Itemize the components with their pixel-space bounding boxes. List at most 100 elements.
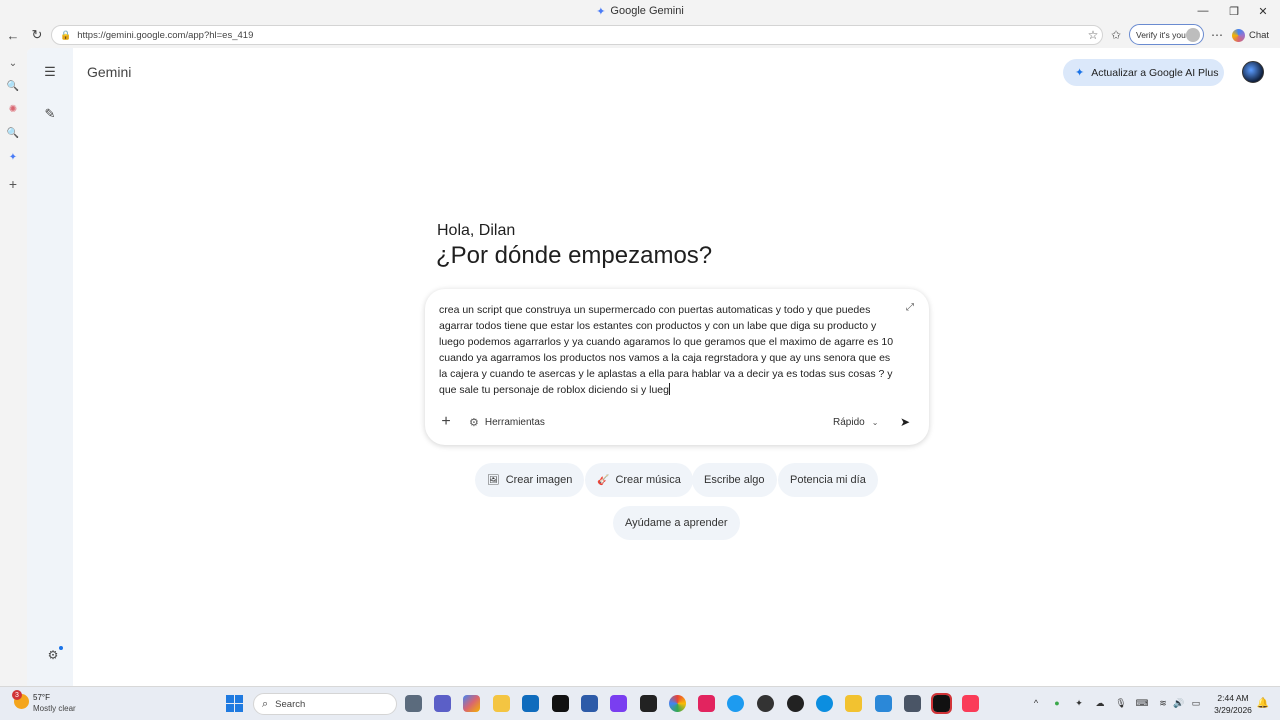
text-caret bbox=[669, 383, 670, 395]
edge-icon[interactable] bbox=[816, 695, 833, 712]
menu-icon[interactable]: ☰ bbox=[40, 62, 60, 82]
media-player-icon[interactable] bbox=[610, 695, 627, 712]
mode-label: Rápido bbox=[833, 416, 865, 428]
capcut-icon[interactable] bbox=[698, 695, 715, 712]
chip-label: Ayúdame a aprender bbox=[625, 517, 728, 529]
file-explorer-icon[interactable] bbox=[493, 695, 510, 712]
copilot-chat-button[interactable]: Chat bbox=[1232, 25, 1269, 45]
tab-list-chevron-icon[interactable]: ⌄ bbox=[4, 54, 22, 72]
task-view-icon[interactable] bbox=[405, 695, 422, 712]
search-icon: ⌕ bbox=[262, 697, 269, 710]
claude-tab-icon[interactable]: ✺ bbox=[4, 100, 22, 118]
wifi-icon[interactable]: ≋ bbox=[1156, 696, 1170, 710]
app-icon[interactable] bbox=[727, 695, 744, 712]
weather-temp: 57°F bbox=[33, 693, 50, 702]
minimize-button[interactable]: — bbox=[1186, 0, 1220, 22]
gemini-tab-icon[interactable]: ✦ bbox=[4, 148, 22, 166]
chip-label: Potencia mi día bbox=[790, 474, 866, 486]
chip-label: Escribe algo bbox=[704, 474, 765, 486]
settings-notification-dot bbox=[59, 646, 63, 650]
verify-profile-button[interactable]: Verify it's you bbox=[1129, 24, 1204, 45]
search-tab-icon[interactable]: 🔍 bbox=[4, 77, 22, 95]
gemini-spark-icon: ✦ bbox=[596, 5, 606, 18]
photos-icon[interactable] bbox=[669, 695, 686, 712]
account-avatar[interactable] bbox=[1242, 61, 1264, 83]
vertical-tab-bar: ⌄ 🔍 ✺ 🔍 ✦ + bbox=[0, 48, 27, 686]
app-icon[interactable] bbox=[875, 695, 892, 712]
prompt-text: crea un script que construya un supermer… bbox=[439, 304, 894, 396]
chip-crear-musica[interactable]: 🎸 Crear música bbox=[585, 463, 693, 497]
add-attachment-button[interactable]: + bbox=[437, 413, 455, 431]
battery-icon[interactable]: ▭ bbox=[1189, 696, 1203, 710]
guitar-icon: 🎸 bbox=[597, 474, 610, 486]
page-headline: ¿Por dónde empezamos? bbox=[436, 242, 713, 269]
volume-icon[interactable]: 🔊 bbox=[1172, 696, 1186, 710]
upgrade-label: Actualizar a Google AI Plus bbox=[1091, 66, 1219, 79]
close-window-button[interactable]: ✕ bbox=[1246, 0, 1280, 22]
notification-bell-icon[interactable]: 🔔 bbox=[1256, 696, 1270, 710]
verify-label: Verify it's you bbox=[1136, 29, 1186, 40]
microphone-icon[interactable]: 🎙 bbox=[1114, 696, 1128, 710]
app-icon[interactable] bbox=[640, 695, 657, 712]
bookmark-star-icon[interactable]: ☆ bbox=[1085, 25, 1101, 45]
new-tab-icon[interactable]: + bbox=[4, 175, 22, 193]
teams-icon[interactable] bbox=[434, 695, 451, 712]
clock-date: 3/29/2026 bbox=[1214, 705, 1252, 715]
tools-button[interactable]: ⚙ Herramientas bbox=[469, 413, 545, 431]
chip-crear-imagen[interactable]: 🖼 Crear imagen bbox=[475, 463, 585, 497]
chevron-down-icon: ⌄ bbox=[871, 417, 879, 427]
snipping-icon[interactable] bbox=[904, 695, 921, 712]
window-titlebar: ✦ Google Gemini bbox=[0, 0, 1280, 22]
expand-icon[interactable]: ⤢ bbox=[903, 300, 917, 314]
prompt-input[interactable]: crea un script que construya un supermer… bbox=[439, 302, 901, 398]
alien-app-icon[interactable] bbox=[757, 695, 774, 712]
outlook-icon[interactable] bbox=[522, 695, 539, 712]
sparkle-icon: ✦ bbox=[1075, 67, 1085, 79]
profile-avatar bbox=[1186, 28, 1200, 42]
image-icon: 🖼 bbox=[487, 474, 500, 486]
search-tab-icon[interactable]: 🔍 bbox=[4, 124, 22, 142]
model-mode-selector[interactable]: Rápido ⌄ bbox=[833, 413, 878, 431]
copilot-icon bbox=[1232, 28, 1245, 42]
keyboard-icon[interactable]: ⌨ bbox=[1135, 696, 1149, 710]
refresh-icon[interactable]: ↻ bbox=[27, 25, 47, 45]
store-icon[interactable] bbox=[581, 695, 598, 712]
weather-badge: 3 bbox=[12, 690, 22, 700]
url-text: https://gemini.google.com/app?hl=es_419 bbox=[77, 29, 254, 41]
send-button[interactable]: ➤ bbox=[895, 412, 915, 432]
copilot-app-icon[interactable] bbox=[463, 695, 480, 712]
search-label: Search bbox=[275, 698, 306, 710]
more-options-icon[interactable]: ⋯ bbox=[1209, 25, 1225, 45]
prompt-composer[interactable]: crea un script que construya un supermer… bbox=[425, 289, 929, 445]
cloud-icon[interactable]: ☁ bbox=[1093, 696, 1107, 710]
greeting: Hola, Dilan bbox=[437, 222, 516, 239]
chip-escribe-algo[interactable]: Escribe algo bbox=[692, 463, 777, 497]
clock[interactable]: 2:44 AM 3/29/2026 bbox=[1208, 692, 1258, 716]
site-info-icon[interactable]: 🔒 bbox=[60, 30, 71, 41]
gemini-brand[interactable]: Gemini bbox=[87, 64, 131, 80]
address-bar[interactable]: 🔒 https://gemini.google.com/app?hl=es_41… bbox=[51, 25, 1103, 45]
new-chat-icon[interactable]: ✎ bbox=[40, 104, 60, 124]
app-icon[interactable] bbox=[787, 695, 804, 712]
tiktok-icon[interactable] bbox=[552, 695, 569, 712]
roblox-studio-icon[interactable] bbox=[931, 693, 952, 714]
taskbar-search[interactable]: ⌕ Search bbox=[253, 693, 397, 715]
tray-app-icon[interactable]: ● bbox=[1050, 696, 1064, 710]
chat-label: Chat bbox=[1249, 29, 1270, 41]
chip-label: Crear música bbox=[615, 474, 681, 486]
app-icon[interactable] bbox=[845, 695, 862, 712]
settings-gear-icon[interactable]: ⚙ bbox=[44, 646, 63, 664]
tray-chevron-icon[interactable]: ^ bbox=[1029, 696, 1043, 710]
tools-icon: ⚙ bbox=[469, 416, 479, 429]
tray-app-icon[interactable]: ✦ bbox=[1072, 696, 1086, 710]
upgrade-button[interactable]: ✦ Actualizar a Google AI Plus bbox=[1063, 59, 1224, 86]
start-button[interactable] bbox=[226, 695, 243, 712]
tools-label: Herramientas bbox=[484, 416, 545, 428]
chip-ayudame-a-aprender[interactable]: Ayúdame a aprender bbox=[613, 506, 740, 540]
weather-widget[interactable]: 3 57°F Mostly clear bbox=[12, 690, 102, 716]
chip-potencia-mi-dia[interactable]: Potencia mi día bbox=[778, 463, 878, 497]
weather-desc: Mostly clear bbox=[33, 704, 76, 713]
favorites-icon[interactable]: ✩ bbox=[1108, 25, 1124, 45]
music-icon[interactable] bbox=[962, 695, 979, 712]
back-icon[interactable]: ← bbox=[3, 25, 23, 45]
